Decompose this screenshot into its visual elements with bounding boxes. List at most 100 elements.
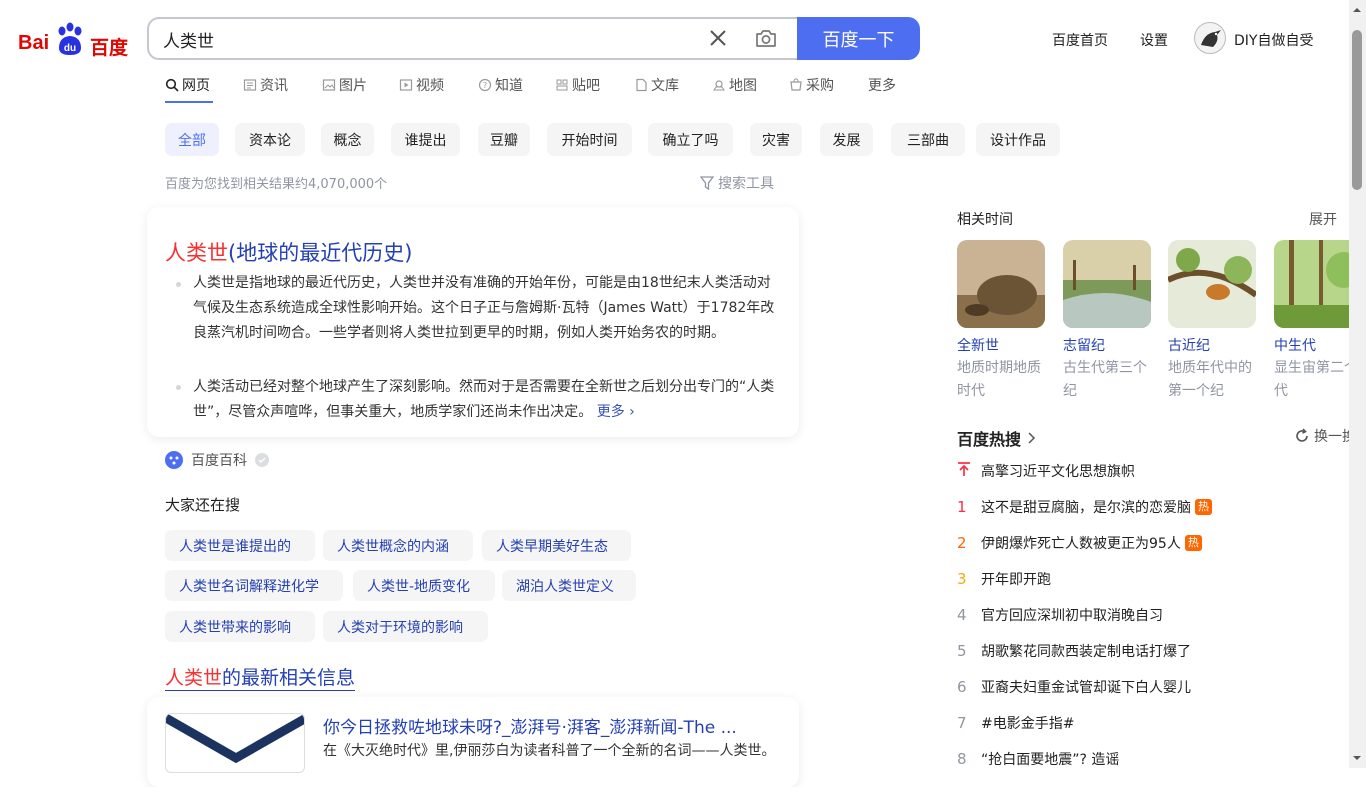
filter-chip[interactable]: 发展 <box>820 123 873 156</box>
tab-3[interactable]: 图片 <box>322 75 367 95</box>
hot-rank: 6 <box>957 678 967 696</box>
filter-chip[interactable]: 全部 <box>165 123 219 156</box>
svg-text:?: ? <box>483 81 487 90</box>
tab-label: 采购 <box>806 78 834 94</box>
tab-label: 贴吧 <box>572 78 600 94</box>
filter-chip[interactable]: 设计作品 <box>976 123 1060 156</box>
username[interactable]: DIY自做自受 <box>1234 30 1313 50</box>
filter-chip[interactable]: 三部曲 <box>891 123 965 156</box>
filter-chip[interactable]: 资本论 <box>235 123 305 156</box>
tab-5[interactable]: ? 知道 <box>478 75 523 95</box>
news-thumbnail[interactable] <box>165 713 305 773</box>
related-time-image[interactable] <box>1168 240 1256 328</box>
source-label: 百度百科 <box>191 453 247 469</box>
home-link[interactable]: 百度首页 <box>1052 30 1108 50</box>
doc-icon <box>636 78 647 92</box>
news-item-title[interactable]: 你今日拯救咗地球未呀?_澎湃号·湃客_澎湃新闻-The ... <box>323 713 737 738</box>
baike-icon <box>165 451 183 469</box>
filter-chip[interactable]: 灾害 <box>750 123 802 156</box>
hot-rank: 5 <box>957 642 967 660</box>
filter-chip[interactable]: 确立了吗 <box>648 123 733 156</box>
tab-label: 视频 <box>416 78 444 94</box>
related-search-item[interactable]: 人类对于环境的影响 <box>323 611 488 642</box>
related-search-item[interactable]: 人类世名词解释进化学 <box>165 570 343 601</box>
logo-paw-text: du <box>64 43 76 54</box>
related-search-item[interactable]: 人类世带来的影响 <box>165 611 315 642</box>
filter-chip[interactable]: 豆瓣 <box>478 123 530 156</box>
expand-link[interactable]: 展开 <box>1309 209 1337 229</box>
hot-search-item[interactable]: 高擎习近平文化思想旗帜 <box>957 460 1135 482</box>
related-time-desc: 古生代第三个纪 <box>1063 360 1147 399</box>
related-time-name[interactable]: 全新世 <box>957 335 999 355</box>
hot-title: 开年即开跑 <box>981 572 1051 588</box>
related-search-heading: 大家还在搜 <box>165 496 241 514</box>
hot-search-item[interactable]: 1 这不是甜豆腐脑，是尔滨的恋爱脑热 <box>957 496 1212 518</box>
cart-icon <box>790 78 802 91</box>
related-search-item[interactable]: 人类早期美好生态 <box>482 530 631 561</box>
hot-title: 高擎习近平文化思想旗帜 <box>981 464 1135 480</box>
hot-search-item[interactable]: 6 亚裔夫妇重金试管却诞下白人婴儿 <box>957 676 1191 698</box>
baidu-paw-icon: du <box>58 22 82 55</box>
clear-icon[interactable] <box>707 27 729 49</box>
scrollbar-thumb[interactable] <box>1352 30 1362 190</box>
related-time-image[interactable] <box>957 240 1045 328</box>
related-time-name[interactable]: 古近纪 <box>1168 335 1210 355</box>
hot-search-item[interactable]: 8 “抢白面要地震”? 造谣 <box>957 748 1119 770</box>
hot-search-item[interactable]: 7 #电影金手指# <box>957 712 1074 734</box>
result-paragraph-2: 人类活动已经对整个地球产生了深刻影响。然而对于是否需要在全新世之后划分出专门的“… <box>193 375 781 425</box>
tab-8[interactable]: 地图 <box>712 75 757 95</box>
camera-icon[interactable] <box>754 26 778 50</box>
filter-chip[interactable]: 概念 <box>321 123 374 156</box>
tab-2[interactable]: 资讯 <box>243 75 288 95</box>
search-icon <box>165 78 179 92</box>
tab-9[interactable]: 采购 <box>789 75 834 95</box>
tab-1[interactable]: 网页 <box>165 75 210 95</box>
envelope-icon <box>166 714 304 764</box>
tab-4[interactable]: 视频 <box>399 75 444 95</box>
result-paragraph-2-text: 人类活动已经对整个地球产生了深刻影响。然而对于是否需要在全新世之后划分出专门的“… <box>193 379 775 420</box>
related-search-item[interactable]: 人类世-地质变化 <box>353 570 495 601</box>
filter-icon <box>700 176 714 190</box>
related-time-desc: 地质时期地质时代 <box>957 360 1041 399</box>
baidu-logo[interactable]: Bai du 百度 <box>18 22 132 59</box>
hot-search-item[interactable]: 4 官方回应深圳初中取消晚自习 <box>957 604 1163 626</box>
search-input[interactable] <box>163 27 683 51</box>
result-source[interactable]: 百度百科 <box>165 450 269 470</box>
filter-chip[interactable]: 谁提出 <box>391 123 460 156</box>
avatar-icon <box>1201 30 1221 47</box>
more-link[interactable]: 更多 › <box>597 404 635 420</box>
related-search-item[interactable]: 湖泊人类世定义 <box>502 570 636 601</box>
news-heading[interactable]: 人类世的最新相关信息 <box>165 663 356 691</box>
settings-link[interactable]: 设置 <box>1140 30 1168 50</box>
search-tools-button[interactable]: 搜索工具 <box>700 173 774 193</box>
refresh-button[interactable]: 换一换 <box>1294 426 1356 446</box>
hot-rank: 2 <box>957 534 967 552</box>
scroll-down-icon[interactable] <box>1351 752 1363 764</box>
avatar[interactable] <box>1194 22 1226 54</box>
result-paragraph-1: 人类世是指地球的最近代历史，人类世并没有准确的开始年份，可能是由18世纪末人类活… <box>193 275 775 341</box>
hot-rank: 4 <box>957 606 967 624</box>
hot-title: 官方回应深圳初中取消晚自习 <box>981 608 1163 624</box>
hot-search-item[interactable]: 2 伊朗爆炸死亡人数被更正为95人热 <box>957 532 1202 554</box>
related-search-item[interactable]: 人类世是谁提出的 <box>165 530 315 561</box>
related-time-name[interactable]: 志留纪 <box>1063 335 1105 355</box>
related-time-name[interactable]: 中生代 <box>1274 335 1316 355</box>
verified-icon <box>255 453 269 467</box>
hot-search-heading-label: 百度热搜 <box>957 430 1022 449</box>
hot-search-item[interactable]: 5 胡歌繁花同款西装定制电话打爆了 <box>957 640 1191 662</box>
tab-6[interactable]: 贴吧 <box>555 75 600 95</box>
related-search-item[interactable]: 人类世概念的内涵 <box>323 530 473 561</box>
tab-10[interactable]: 更多 <box>868 75 896 95</box>
hot-search-item[interactable]: 3 开年即开跑 <box>957 568 1051 590</box>
result-title-highlight: 人类世 <box>165 241 228 265</box>
search-button[interactable]: 百度一下 <box>797 17 920 60</box>
tab-label: 地图 <box>729 78 757 94</box>
search-box <box>147 17 799 60</box>
related-time-image[interactable] <box>1063 240 1151 328</box>
hot-search-heading[interactable]: 百度热搜 <box>957 426 1037 450</box>
scroll-up-icon[interactable] <box>1351 4 1363 16</box>
result-title[interactable]: 人类世(地球的最近代历史) <box>165 237 412 267</box>
hot-badge: 热 <box>1195 499 1212 515</box>
tab-7[interactable]: 文库 <box>634 75 679 95</box>
filter-chip[interactable]: 开始时间 <box>547 123 632 156</box>
